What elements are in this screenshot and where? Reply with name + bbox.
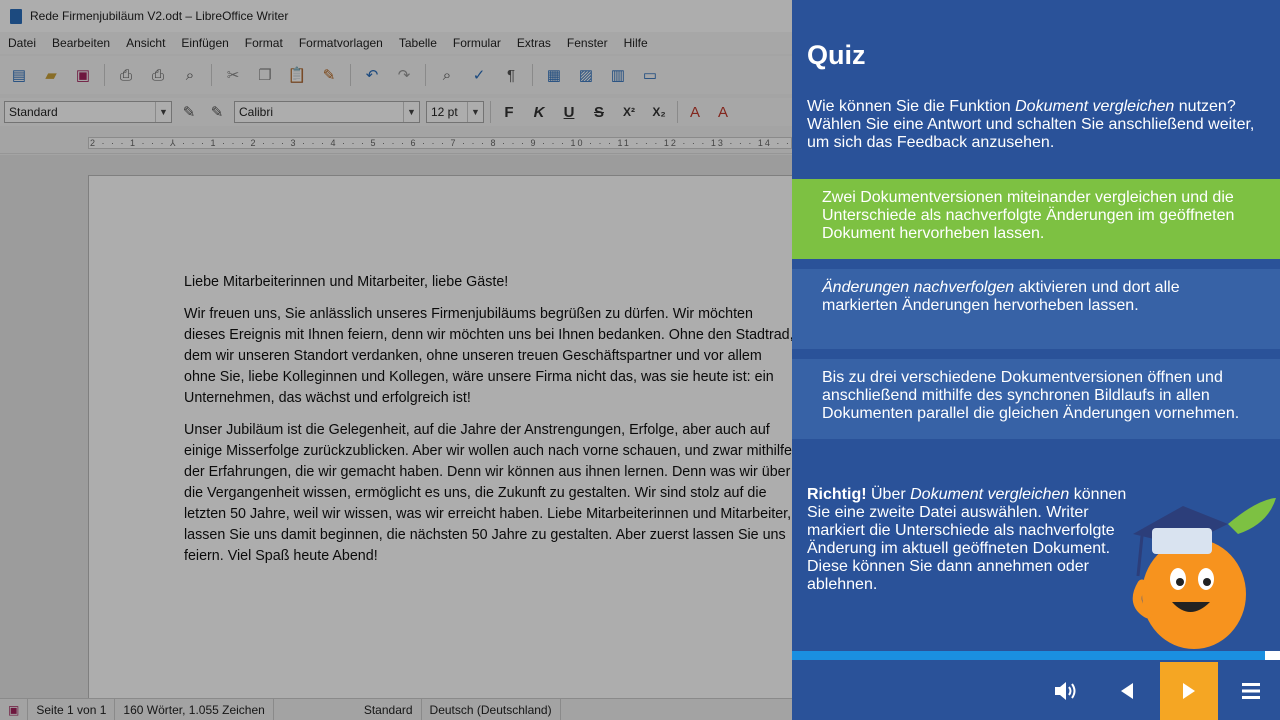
feedback-verdict: Richtig! (807, 486, 867, 503)
quiz-panel: Quiz Wie können Sie die Funktion Dokumen… (792, 0, 1280, 720)
answer-option[interactable]: Änderungen nachverfolgen aktivieren und … (792, 269, 1280, 349)
orange-mascot-icon (1132, 498, 1276, 649)
answer-option[interactable]: Bis zu drei verschiedene Dokumentversion… (792, 359, 1280, 439)
previous-icon[interactable] (1098, 662, 1156, 720)
speaker-icon[interactable] (1037, 662, 1095, 720)
quiz-progress-fill (792, 651, 1266, 660)
quiz-controls (792, 662, 1280, 720)
question-text: Wie können Sie die Funktion (807, 98, 1016, 115)
quiz-title: Quiz (807, 40, 866, 70)
answer-option-correct[interactable]: Zwei Dokumentversionen miteinander vergl… (792, 179, 1280, 259)
quiz-question: Wie können Sie die Funktion Dokument ver… (807, 98, 1257, 152)
question-emphasis: Dokument vergleichen (1015, 98, 1175, 115)
menu-icon[interactable] (1222, 662, 1280, 720)
quiz-feedback: Richtig! Über Dokument vergleichen könne… (807, 486, 1137, 594)
feedback-text: Über (866, 486, 911, 503)
answer-text: Zwei Dokumentversionen miteinander vergl… (822, 189, 1235, 242)
answer-emphasis: Änderungen nachverfolgen (822, 279, 1015, 296)
libreoffice-writer-window: Rede Firmenjubiläum V2.odt – LibreOffice… (0, 0, 792, 720)
feedback-emphasis: Dokument vergleichen (910, 486, 1070, 503)
next-icon[interactable] (1160, 662, 1218, 720)
quiz-progress-bar (792, 651, 1280, 660)
quiz-overlay-dimmer (0, 0, 792, 720)
answer-text: Bis zu drei verschiedene Dokumentversion… (822, 369, 1240, 422)
